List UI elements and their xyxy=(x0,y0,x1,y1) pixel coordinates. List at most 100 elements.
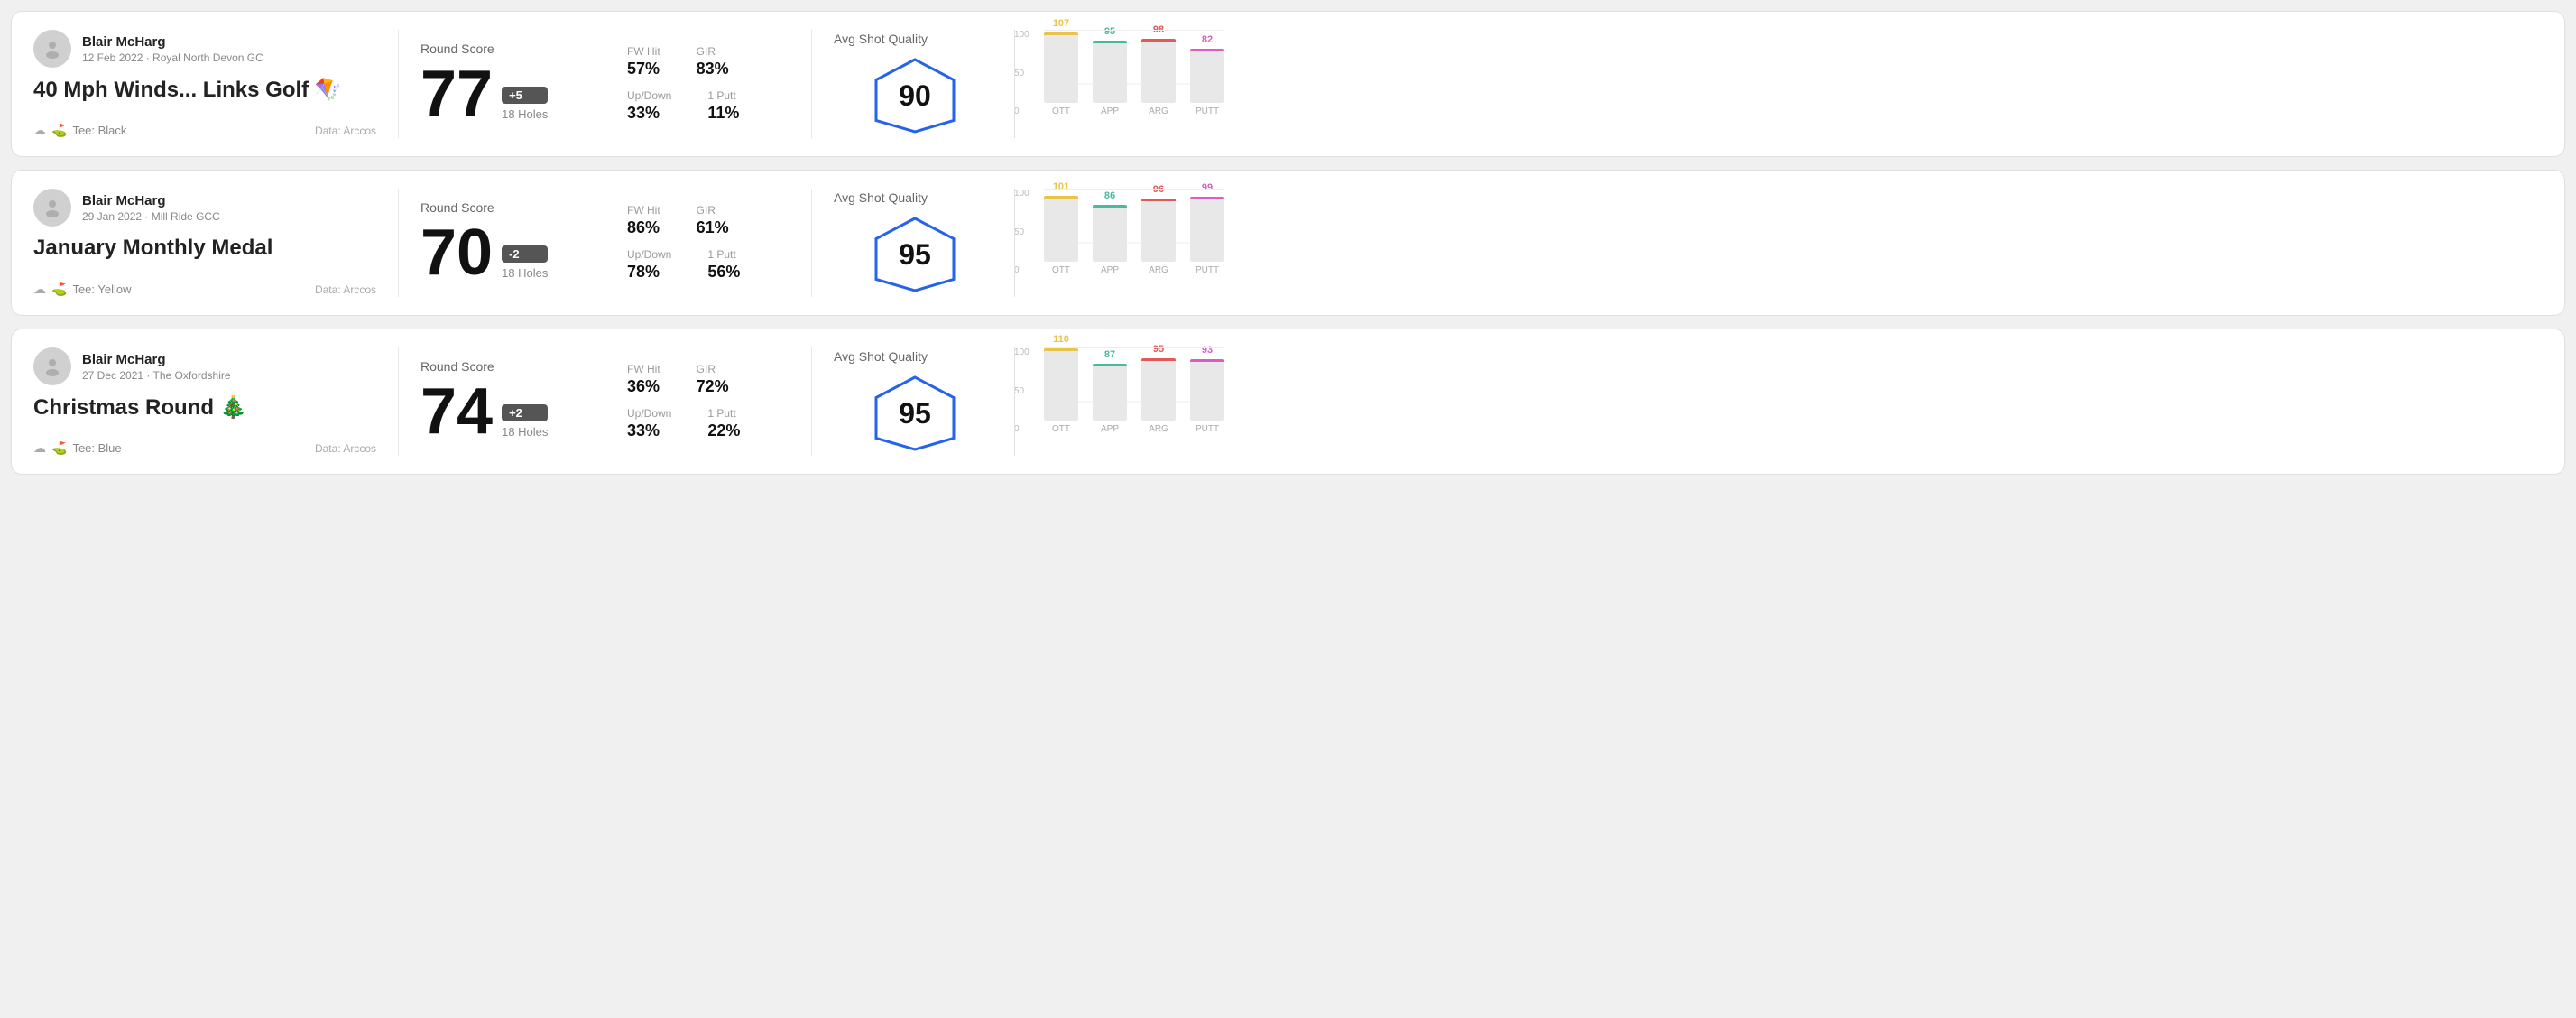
bar-group-arg: 95 ARG xyxy=(1141,344,1176,434)
holes-text: 18 Holes xyxy=(502,266,548,280)
bar-group-ott: 101 OTT xyxy=(1044,181,1078,275)
bar-group-arg: 96 ARG xyxy=(1141,184,1176,275)
date-course: 12 Feb 2022 · Royal North Devon GC xyxy=(82,51,263,64)
bar-accent-line xyxy=(1093,41,1127,43)
quality-score: 95 xyxy=(899,397,931,430)
user-name: Blair McHarg xyxy=(82,34,263,50)
round-title: Christmas Round 🎄 xyxy=(33,394,376,421)
bar-group-app: 87 APP xyxy=(1093,349,1127,434)
bar-group-ott: 110 OTT xyxy=(1044,334,1078,434)
score-badge: -2 xyxy=(502,245,548,263)
score-number: 70 xyxy=(420,220,493,285)
fw-hit-value: 86% xyxy=(627,218,660,237)
bag-icon: ⛳ xyxy=(51,123,67,138)
quality-label: Avg Shot Quality xyxy=(834,190,928,205)
weather-icon: ☁ xyxy=(33,123,46,138)
score-section: Round Score 74 +2 18 Holes xyxy=(420,347,583,456)
user-name: Blair McHarg xyxy=(82,193,220,208)
bar-value: 101 xyxy=(1053,181,1069,192)
score-row: 77 +5 18 Holes xyxy=(420,61,583,126)
date-course: 27 Dec 2021 · The Oxfordshire xyxy=(82,369,231,382)
weather-icon: ☁ xyxy=(33,440,46,456)
bar-accent-line xyxy=(1141,199,1176,201)
updown-label: Up/Down xyxy=(627,89,671,102)
bar-accent-line xyxy=(1044,196,1078,199)
divider3 xyxy=(811,347,812,456)
updown-value: 78% xyxy=(627,263,671,282)
bar-label: APP xyxy=(1101,265,1119,275)
user-name: Blair McHarg xyxy=(82,352,231,367)
bar-accent-line xyxy=(1190,359,1224,362)
date-course: 29 Jan 2022 · Mill Ride GCC xyxy=(82,210,220,223)
updown-stat: Up/Down 78% xyxy=(627,248,671,282)
stats-section: FW Hit 86% GIR 61% Up/Down 78% 1 Putt xyxy=(627,189,789,297)
gir-stat: GIR 61% xyxy=(697,204,729,237)
gir-stat: GIR 72% xyxy=(697,363,729,396)
round-card: Blair McHarg 27 Dec 2021 · The Oxfordshi… xyxy=(11,329,2565,475)
updown-stat: Up/Down 33% xyxy=(627,89,671,123)
oneputt-value: 11% xyxy=(707,104,739,123)
bar-visual xyxy=(1044,348,1078,421)
tee-info: ☁ ⛳ Tee: Blue xyxy=(33,440,122,456)
bar-label: PUTT xyxy=(1196,106,1219,116)
hexagon-container: 90 xyxy=(870,55,960,136)
bar-accent-line xyxy=(1044,348,1078,351)
bar-accent-line xyxy=(1093,364,1127,366)
divider xyxy=(398,189,399,297)
round-left-section: Blair McHarg 27 Dec 2021 · The Oxfordshi… xyxy=(33,347,376,456)
bar-label: ARG xyxy=(1149,424,1168,434)
bar-value: 95 xyxy=(1104,26,1115,37)
tee-label: Tee: Yellow xyxy=(72,282,131,296)
gir-label: GIR xyxy=(697,363,729,375)
weather-icon: ☁ xyxy=(33,282,46,297)
updown-value: 33% xyxy=(627,421,671,440)
oneputt-stat: 1 Putt 56% xyxy=(707,248,740,282)
bar-accent-line xyxy=(1190,49,1224,51)
quality-section: Avg Shot Quality 95 xyxy=(834,347,996,456)
user-details: Blair McHarg 29 Jan 2022 · Mill Ride GCC xyxy=(82,193,220,223)
fw-hit-stat: FW Hit 57% xyxy=(627,45,660,79)
avatar xyxy=(33,30,71,68)
data-source: Data: Arccos xyxy=(315,125,376,137)
bar-value: 87 xyxy=(1104,349,1115,360)
updown-stat: Up/Down 33% xyxy=(627,407,671,440)
bar-visual xyxy=(1190,359,1224,421)
bar-visual xyxy=(1141,358,1176,421)
grid-line-top xyxy=(1044,30,1224,31)
divider3 xyxy=(811,30,812,138)
bar-group-app: 86 APP xyxy=(1093,190,1127,275)
bar-accent-line xyxy=(1044,32,1078,35)
bar-accent-line xyxy=(1093,205,1127,208)
gir-value: 72% xyxy=(697,377,729,396)
oneputt-value: 56% xyxy=(707,263,740,282)
fw-hit-value: 57% xyxy=(627,60,660,79)
updown-label: Up/Down xyxy=(627,248,671,261)
score-row: 70 -2 18 Holes xyxy=(420,220,583,285)
bar-visual xyxy=(1141,199,1176,262)
tee-info: ☁ ⛳ Tee: Black xyxy=(33,123,126,138)
bar-visual xyxy=(1093,364,1127,421)
fw-hit-label: FW Hit xyxy=(627,204,660,217)
bar-label: ARG xyxy=(1149,265,1168,275)
quality-section: Avg Shot Quality 90 xyxy=(834,30,996,138)
bar-value: 107 xyxy=(1053,18,1069,29)
bar-value: 86 xyxy=(1104,190,1115,201)
stat-row-bottom: Up/Down 33% 1 Putt 22% xyxy=(627,407,789,440)
score-section: Round Score 77 +5 18 Holes xyxy=(420,30,583,138)
stat-row-bottom: Up/Down 78% 1 Putt 56% xyxy=(627,248,789,282)
bar-visual xyxy=(1044,32,1078,103)
round-title: January Monthly Medal xyxy=(33,236,376,261)
oneputt-stat: 1 Putt 22% xyxy=(707,407,740,440)
fw-hit-value: 36% xyxy=(627,377,660,396)
quality-label: Avg Shot Quality xyxy=(834,32,928,46)
bottom-info: ☁ ⛳ Tee: Yellow Data: Arccos xyxy=(33,282,376,297)
bar-group-putt: 93 PUTT xyxy=(1190,345,1224,434)
bar-visual xyxy=(1093,41,1127,103)
bar-label: PUTT xyxy=(1196,424,1219,434)
bar-value: 82 xyxy=(1202,34,1213,45)
tee-info: ☁ ⛳ Tee: Yellow xyxy=(33,282,132,297)
quality-score: 90 xyxy=(899,79,931,113)
user-info: Blair McHarg 12 Feb 2022 · Royal North D… xyxy=(33,30,376,68)
score-row: 74 +2 18 Holes xyxy=(420,379,583,444)
bar-group-putt: 82 PUTT xyxy=(1190,34,1224,116)
